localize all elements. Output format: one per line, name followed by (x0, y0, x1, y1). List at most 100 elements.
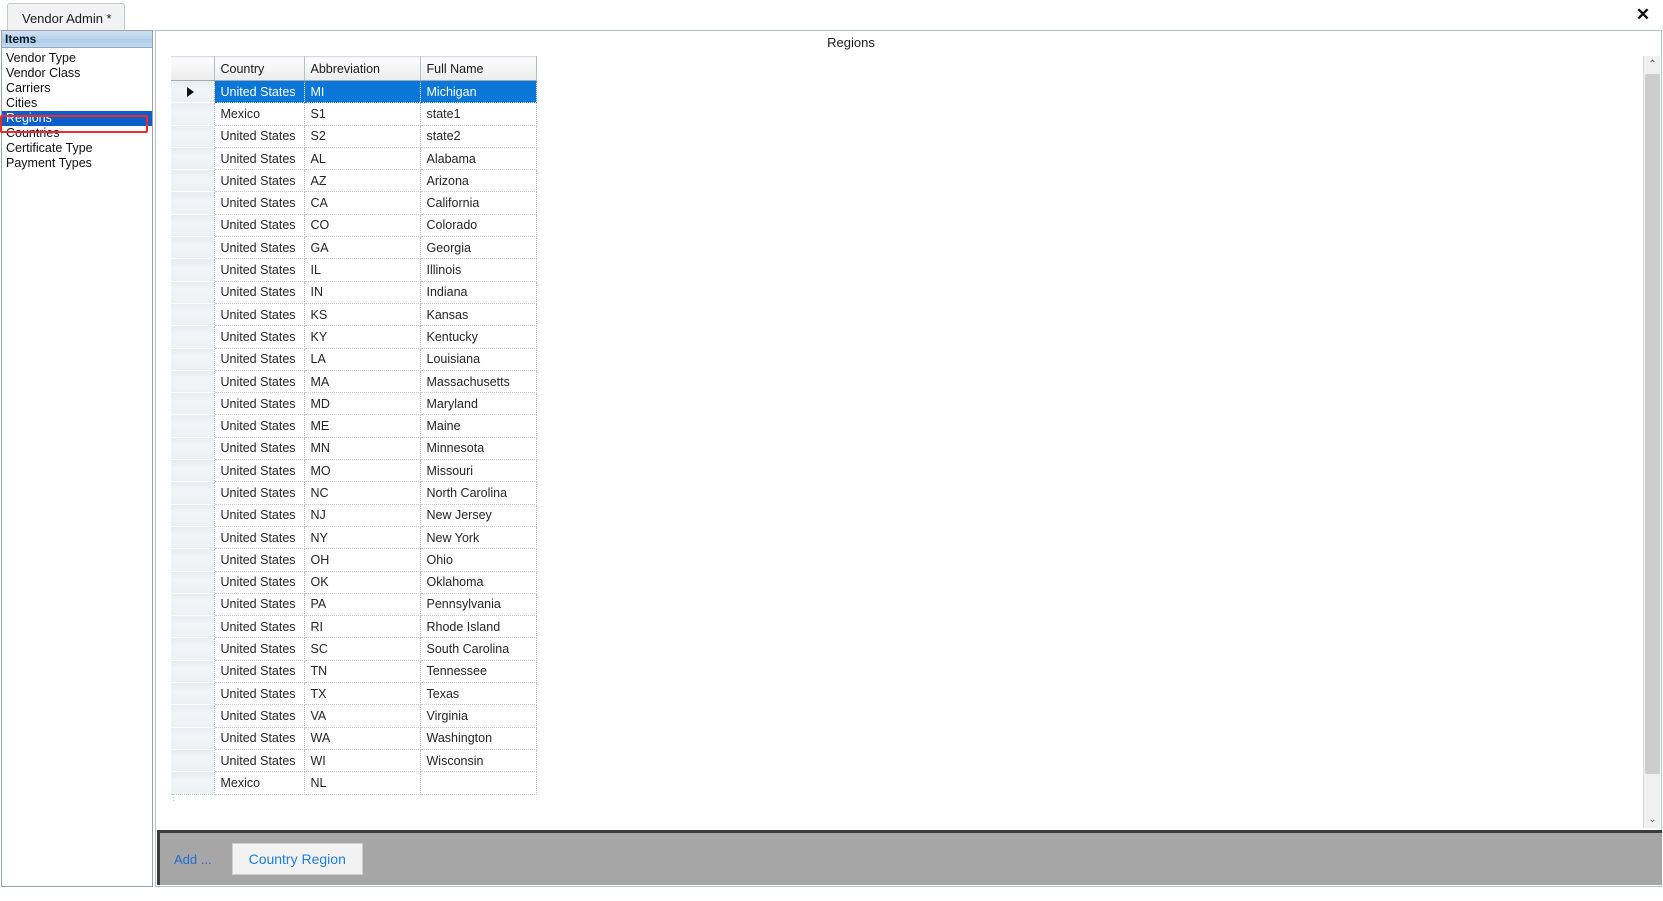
cell-abbreviation[interactable]: TN (304, 660, 421, 684)
table-row[interactable]: United States NC North Carolina (171, 481, 537, 505)
cell-full-name[interactable]: Rhode Island (420, 615, 537, 639)
table-row[interactable]: United States VA Virginia (171, 704, 537, 728)
row-selector-cell[interactable] (171, 525, 215, 550)
cell-country[interactable]: United States (214, 682, 305, 706)
cell-abbreviation[interactable]: WA (304, 727, 421, 750)
table-row[interactable]: United States CO Colorado (171, 213, 537, 238)
cell-full-name[interactable]: Kentucky (420, 325, 537, 349)
cell-full-name[interactable]: Texas (420, 682, 537, 706)
cell-full-name[interactable]: Arizona (420, 169, 537, 193)
cell-abbreviation[interactable]: CO (304, 214, 421, 238)
cell-abbreviation[interactable]: MI (304, 80, 421, 104)
cell-abbreviation[interactable]: IL (304, 258, 421, 282)
table-row[interactable]: United States TX Texas (171, 682, 537, 706)
cell-abbreviation[interactable]: LA (304, 348, 421, 371)
table-row[interactable]: Mexico S1 state1 (171, 102, 537, 126)
table-row[interactable]: United States SC South Carolina (171, 637, 537, 661)
cell-country[interactable]: United States (214, 348, 305, 371)
row-selector-cell[interactable] (171, 347, 215, 371)
cell-country[interactable]: Mexico (214, 102, 305, 126)
row-selector-cell[interactable] (171, 704, 215, 728)
table-row[interactable]: United States NJ New Jersey (171, 503, 537, 527)
cell-country[interactable]: United States (214, 147, 305, 171)
cell-abbreviation[interactable]: RI (304, 615, 421, 639)
cell-country[interactable]: United States (214, 392, 305, 416)
cell-abbreviation[interactable]: TX (304, 682, 421, 706)
cell-country[interactable]: United States (214, 704, 305, 728)
row-selector-cell[interactable] (171, 459, 215, 483)
table-row[interactable]: United States CA California (171, 191, 537, 215)
sidebar-item-regions[interactable]: Regions (2, 111, 152, 126)
cell-abbreviation[interactable]: NL (304, 771, 421, 795)
cell-abbreviation[interactable]: S2 (304, 125, 421, 148)
sidebar-item-countries[interactable]: Countries (2, 126, 152, 141)
cell-abbreviation[interactable]: NJ (304, 504, 421, 527)
cell-full-name[interactable]: Virginia (420, 704, 537, 728)
cell-full-name[interactable]: Indiana (420, 281, 537, 304)
column-header-abbreviation[interactable]: Abbreviation (304, 56, 421, 81)
cell-full-name[interactable]: Minnesota (420, 437, 537, 461)
cell-abbreviation[interactable]: OK (304, 571, 421, 594)
cell-full-name[interactable]: Washington (420, 727, 537, 750)
table-row[interactable]: United States MO Missouri (171, 459, 537, 483)
cell-abbreviation[interactable]: ME (304, 414, 421, 438)
tab-vendor-admin[interactable]: Vendor Admin * (7, 3, 125, 31)
cell-country[interactable]: United States (214, 459, 305, 483)
cell-abbreviation[interactable]: CA (304, 191, 421, 215)
cell-full-name[interactable]: Alabama (420, 147, 537, 171)
cell-full-name[interactable]: Maine (420, 414, 537, 438)
cell-country[interactable]: United States (214, 481, 305, 505)
sidebar-item-payment-types[interactable]: Payment Types (2, 156, 152, 171)
cell-country[interactable]: United States (214, 236, 305, 260)
cell-abbreviation[interactable]: MO (304, 459, 421, 483)
table-row[interactable]: United States AL Alabama (171, 146, 537, 171)
row-selector-cell[interactable] (171, 236, 215, 260)
cell-abbreviation[interactable]: MD (304, 392, 421, 416)
cell-country[interactable]: United States (214, 749, 305, 773)
table-row[interactable]: United States ME Maine (171, 414, 537, 438)
row-selector-cell[interactable] (171, 302, 215, 327)
cell-abbreviation[interactable]: KS (304, 303, 421, 327)
table-row[interactable]: United States MD Maryland (171, 392, 537, 416)
row-selector-cell[interactable] (171, 124, 215, 148)
column-header-country[interactable]: Country (214, 56, 305, 81)
row-selector-cell[interactable] (171, 191, 215, 215)
row-selector-cell[interactable] (171, 726, 215, 750)
row-selector-cell[interactable] (171, 570, 215, 594)
cell-abbreviation[interactable]: IN (304, 281, 421, 304)
cell-abbreviation[interactable]: WI (304, 749, 421, 773)
cell-country[interactable]: United States (214, 370, 305, 394)
row-selector-cell[interactable] (171, 102, 215, 126)
close-icon[interactable]: ✕ (1632, 4, 1654, 26)
cell-country[interactable]: United States (214, 526, 305, 550)
cell-country[interactable]: United States (214, 191, 305, 215)
row-selector-cell[interactable] (171, 169, 215, 193)
cell-country[interactable]: United States (214, 325, 305, 349)
cell-full-name[interactable]: Tennessee (420, 660, 537, 684)
cell-country[interactable]: United States (214, 727, 305, 750)
cell-full-name[interactable]: Louisiana (420, 348, 537, 371)
cell-full-name[interactable]: New Jersey (420, 504, 537, 527)
cell-full-name[interactable]: New York (420, 526, 537, 550)
row-selector-cell[interactable] (171, 146, 215, 171)
country-region-button[interactable]: Country Region (231, 843, 363, 875)
cell-country[interactable]: United States (214, 125, 305, 148)
cell-full-name[interactable]: Illinois (420, 258, 537, 282)
cell-country[interactable]: United States (214, 80, 305, 104)
cell-abbreviation[interactable]: PA (304, 593, 421, 617)
cell-full-name[interactable]: North Carolina (420, 481, 537, 505)
row-selector-cell[interactable] (171, 659, 215, 684)
table-row[interactable]: United States MA Massachusetts (171, 369, 537, 394)
cell-full-name[interactable]: Pennsylvania (420, 593, 537, 617)
cell-full-name[interactable]: state1 (420, 102, 537, 126)
cell-full-name[interactable]: Massachusetts (420, 370, 537, 394)
row-selector-cell[interactable] (171, 748, 215, 773)
cell-country[interactable]: United States (214, 548, 305, 572)
table-row[interactable]: United States GA Georgia (171, 236, 537, 260)
table-row[interactable]: Mexico NL (171, 771, 537, 795)
row-selector-cell[interactable] (171, 213, 215, 238)
table-row[interactable]: United States OH Ohio (171, 548, 537, 572)
cell-country[interactable]: United States (214, 214, 305, 238)
scroll-up-icon[interactable]: ⌃ (1644, 56, 1661, 73)
cell-country[interactable]: United States (214, 414, 305, 438)
